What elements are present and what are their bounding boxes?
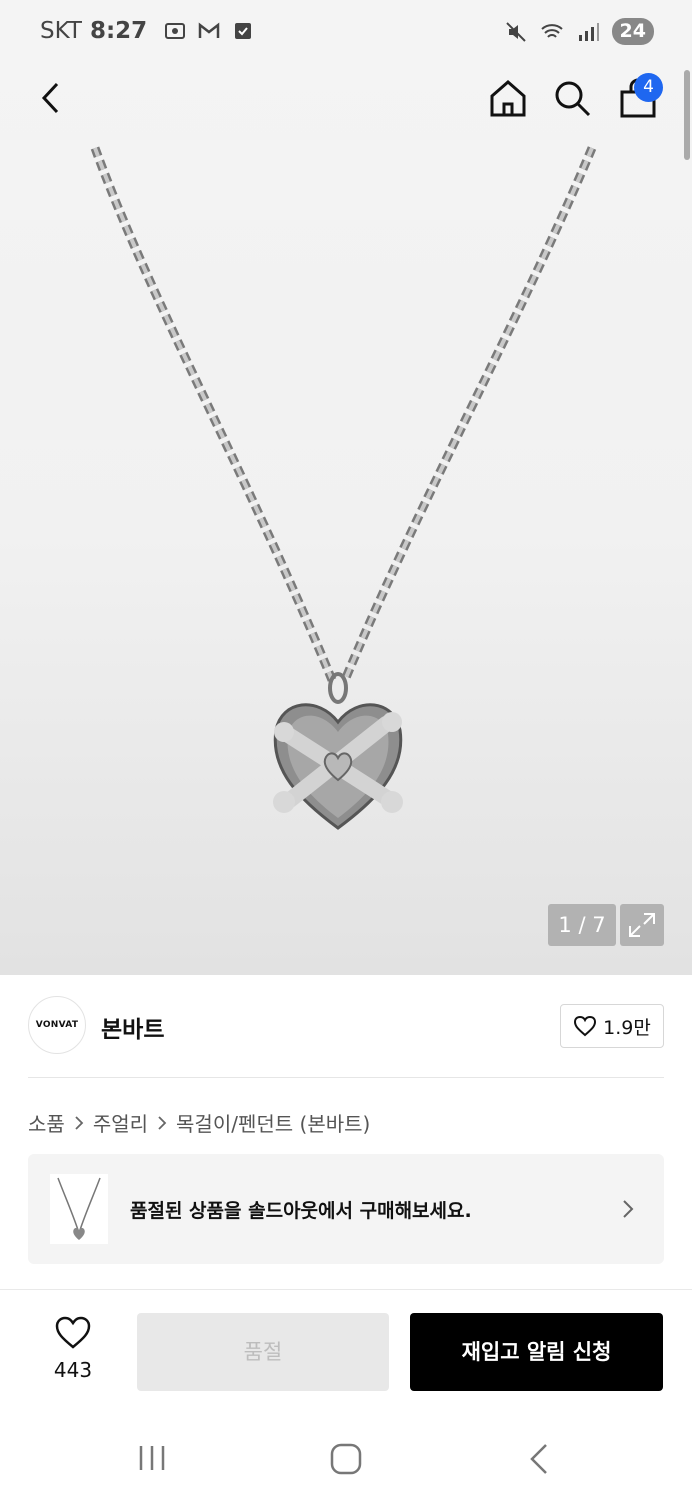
breadcrumb-item[interactable]: 목걸이/펜던트 (본바트) [176, 1108, 370, 1137]
soldout-thumbnail [50, 1174, 108, 1244]
soldout-button: 품절 [137, 1313, 389, 1391]
scrollbar[interactable] [684, 70, 690, 160]
screenshot-icon [165, 23, 186, 39]
signal-icon [578, 22, 599, 41]
brand-like-button[interactable]: 1.9만 [560, 1004, 664, 1048]
status-left: SKT 8:27 [40, 18, 255, 44]
wish-button[interactable]: 443 [40, 1316, 106, 1382]
battery-indicator: 24 [611, 18, 654, 45]
back-nav-icon[interactable] [526, 1442, 554, 1476]
home-nav-icon[interactable] [329, 1442, 363, 1476]
soldout-banner-text: 품절된 상품을 솔드아웃에서 구매해보세요. [130, 1200, 472, 1222]
heart-outline-icon [55, 1316, 91, 1349]
chevron-right-icon [75, 1115, 84, 1130]
breadcrumb: 소품 주얼리 목걸이/펜던트 (본바트) [28, 1108, 370, 1137]
status-bar: SKT 8:27 24 [0, 0, 692, 66]
wish-count: 443 [53, 1358, 93, 1382]
gmail-icon [198, 22, 220, 38]
carrier-label: SKT [40, 18, 82, 44]
wifi-icon [540, 23, 563, 38]
heart-outline-icon [574, 1015, 597, 1037]
restock-alert-button[interactable]: 재입고 알림 신청 [410, 1313, 663, 1391]
chevron-right-icon [158, 1115, 167, 1130]
product-image-area[interactable]: SKT 8:27 24 4 1 / 7 [0, 0, 692, 975]
home-icon[interactable] [488, 78, 528, 118]
brand-name[interactable]: 본바트 [101, 1010, 164, 1044]
top-bar [0, 66, 692, 134]
brand-like-count: 1.9만 [603, 1016, 651, 1039]
divider [28, 1077, 664, 1078]
breadcrumb-item[interactable]: 소품 [28, 1108, 65, 1137]
mute-icon [505, 21, 526, 42]
cart-count-badge: 4 [634, 73, 663, 102]
product-image [90, 146, 597, 830]
system-nav-bar [0, 1420, 692, 1500]
expand-icon [629, 913, 655, 937]
soldout-banner[interactable]: 품절된 상품을 솔드아웃에서 구매해보세요. [28, 1154, 664, 1264]
brand-logo[interactable]: VONVAT [28, 996, 86, 1054]
brand-row: VONVAT 본바트 1.9만 [28, 996, 664, 1056]
status-right: 24 [504, 18, 654, 45]
back-icon[interactable] [36, 80, 66, 116]
expand-button[interactable] [620, 904, 664, 946]
check-box-icon [235, 23, 252, 39]
search-icon[interactable] [552, 78, 592, 118]
breadcrumb-item[interactable]: 주얼리 [93, 1108, 148, 1137]
chevron-right-icon [623, 1200, 634, 1218]
clock: 8:27 [89, 18, 148, 44]
divider [0, 1289, 692, 1290]
image-counter: 1 / 7 [548, 904, 616, 946]
recent-apps-icon[interactable] [136, 1442, 168, 1474]
